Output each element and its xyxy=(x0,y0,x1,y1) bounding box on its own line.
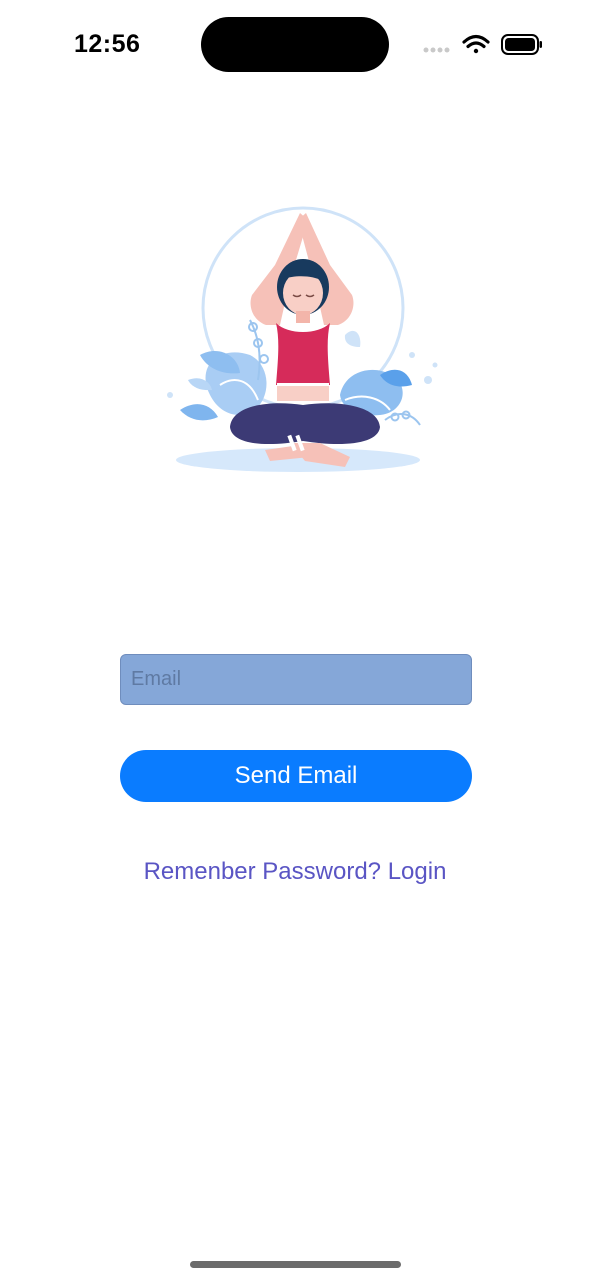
status-icons xyxy=(423,34,542,55)
wifi-icon xyxy=(462,34,490,54)
home-indicator xyxy=(190,1261,401,1268)
email-input[interactable] xyxy=(120,654,472,705)
send-email-button[interactable]: Send Email xyxy=(120,750,472,802)
signal-icon xyxy=(423,47,450,53)
meditation-woman-illustration xyxy=(167,206,438,472)
login-link[interactable]: Remenber Password? Login xyxy=(0,858,590,886)
status-bar: 12:56 xyxy=(0,0,590,90)
battery-icon xyxy=(501,34,542,55)
dynamic-island xyxy=(201,17,389,72)
status-time: 12:56 xyxy=(74,30,141,58)
